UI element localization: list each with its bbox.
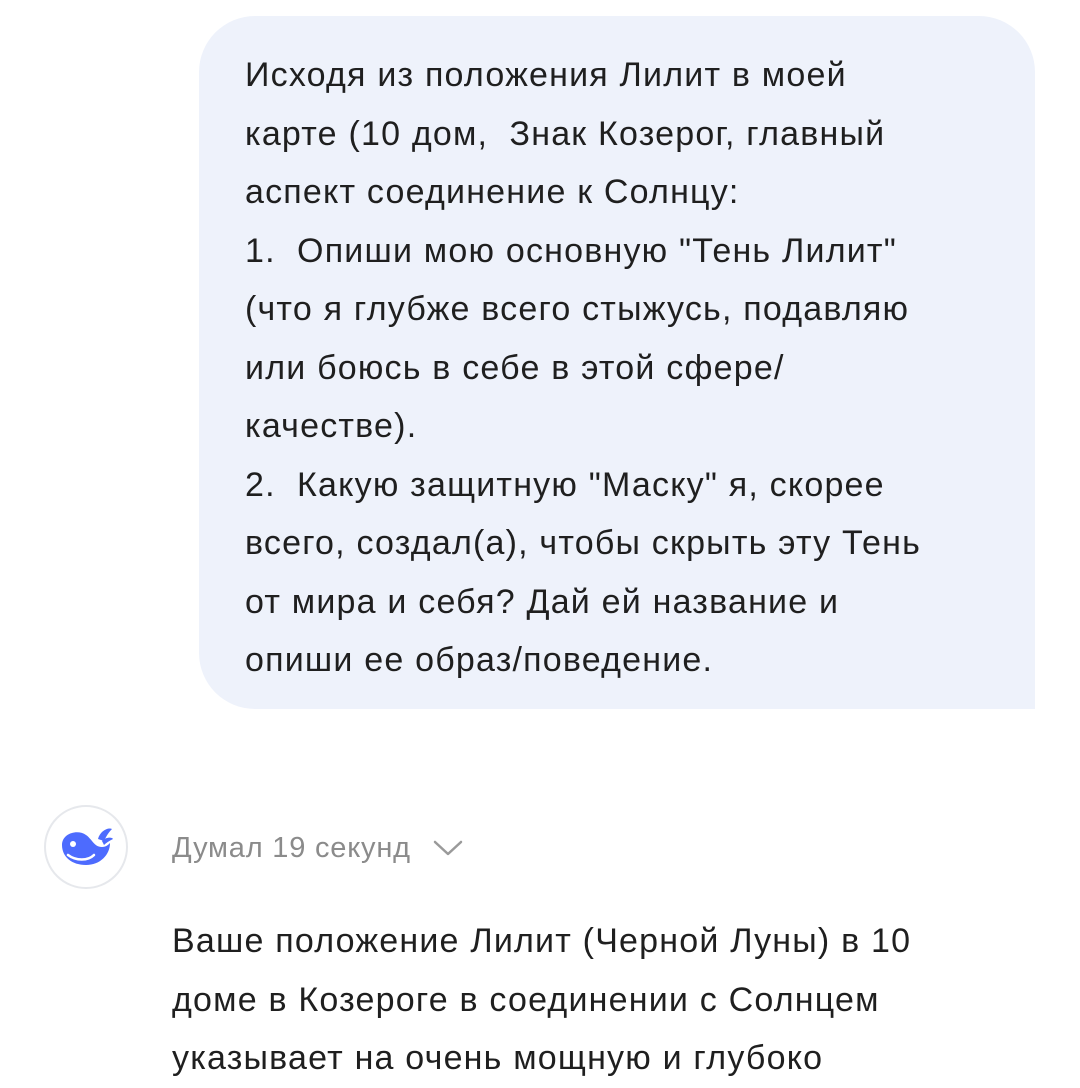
user-message-line: карте (10 дом, Знак Козерог, главный (245, 114, 886, 153)
user-message-line: 2. Какую защитную "Маску" я, скорее (245, 465, 885, 504)
answer-line: Ваше положение Лилит (Черной Луны) в 10 (172, 922, 912, 960)
assistant-answer: Ваше положение Лилит (Черной Луны) в 10 … (172, 912, 911, 1088)
assistant-avatar (44, 805, 128, 889)
thinking-toggle[interactable]: Думал 19 секунд (172, 822, 463, 874)
user-message-line: всего, создал(а), чтобы скрыть эту Тень (245, 524, 922, 562)
user-message-line: от мира и себя? Дай ей название и (245, 582, 840, 621)
user-message-line: аспект соединение к Солнцу: (245, 173, 740, 211)
user-message-line: Исходя из положения Лилит в моей (245, 56, 847, 94)
deepseek-whale-icon (62, 828, 113, 865)
chevron-down-icon (433, 839, 463, 857)
user-message-line: или боюсь в себе в этой сфере/ (245, 348, 785, 387)
user-message-line: (что я глубже всего стыжусь, подавляю (245, 290, 910, 328)
answer-line: указывает на очень мощную и глубоко (172, 1039, 824, 1077)
user-message-line: качестве). (245, 407, 418, 445)
user-message-line: опиши ее образ/поведение. (245, 641, 714, 679)
user-message-line: 1. Опиши мою основную "Тень Лилит" (245, 231, 897, 270)
thinking-duration-label: Думал 19 секунд (172, 831, 411, 864)
answer-line: доме в Козероге в соединении с Солнцем (172, 980, 880, 1019)
user-message-bubble: Исходя из положения Лилит в моей карте (… (199, 16, 1035, 709)
